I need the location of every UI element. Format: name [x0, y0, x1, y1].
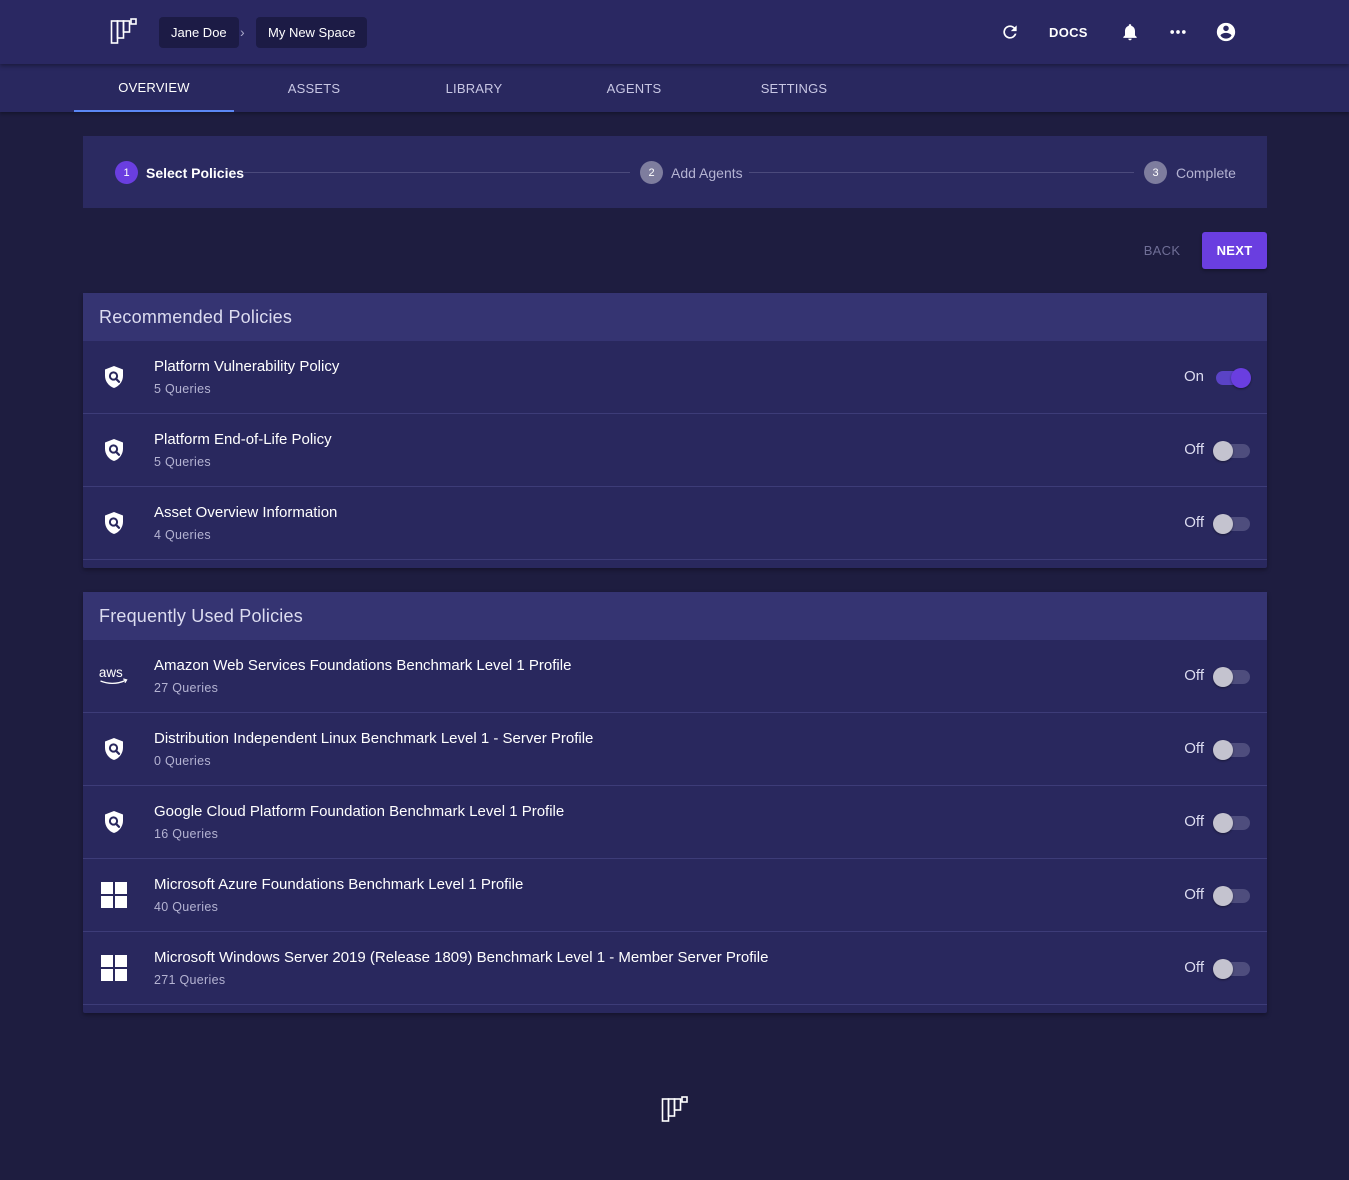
step-label-select-policies: Select Policies	[146, 165, 245, 181]
aws-logo-icon: aws	[98, 661, 130, 691]
shield-search-icon	[98, 807, 130, 837]
step-connector	[749, 172, 1134, 173]
back-button[interactable]: BACK	[1132, 232, 1192, 268]
policy-title: Distribution Independent Linux Benchmark…	[154, 730, 594, 747]
policy-title: Amazon Web Services Foundations Benchmar…	[154, 657, 572, 674]
policy-title: Google Cloud Platform Foundation Benchma…	[154, 803, 565, 820]
policy-row[interactable]: Google Cloud Platform Foundation Benchma…	[83, 786, 1267, 859]
policy-query-count: 0 Queries	[154, 754, 211, 768]
refresh-icon[interactable]	[998, 20, 1022, 44]
policy-toggle[interactable]	[1213, 885, 1251, 907]
toggle-state-label: Off	[1184, 886, 1204, 903]
tab-bar: OVERVIEW ASSETS LIBRARY AGENTS SETTINGS	[0, 64, 1349, 112]
toggle-state-label: Off	[1184, 667, 1204, 684]
toggle-state-label: Off	[1184, 514, 1204, 531]
footer-logo-icon	[661, 1096, 688, 1122]
more-horizontal-icon[interactable]	[1166, 20, 1190, 44]
policy-toggle[interactable]	[1213, 958, 1251, 980]
policy-row[interactable]: aws Amazon Web Services Foundations Benc…	[83, 640, 1267, 713]
policy-title: Platform Vulnerability Policy	[154, 358, 340, 375]
policy-row[interactable]: Platform Vulnerability Policy 5 Queries …	[83, 341, 1267, 414]
policy-toggle[interactable]	[1213, 666, 1251, 688]
policy-row[interactable]: Asset Overview Information 4 Queries Off	[83, 487, 1267, 560]
breadcrumb-space[interactable]: My New Space	[256, 17, 368, 48]
toggle-state-label: Off	[1184, 813, 1204, 830]
policy-row[interactable]: Microsoft Azure Foundations Benchmark Le…	[83, 859, 1267, 932]
policy-query-count: 16 Queries	[154, 827, 219, 841]
windows-logo-icon	[98, 880, 130, 910]
svg-text:aws: aws	[99, 665, 123, 680]
top-app-bar: Jane Doe › My New Space DOCS	[0, 0, 1349, 64]
recommended-policies-card: Recommended Policies Platform Vulnerabil…	[83, 293, 1267, 568]
policy-row[interactable]: Distribution Independent Linux Benchmark…	[83, 713, 1267, 786]
shield-search-icon	[98, 435, 130, 465]
tab-overview[interactable]: OVERVIEW	[74, 64, 234, 112]
section-title: Recommended Policies	[83, 293, 1267, 341]
toggle-state-label: On	[1183, 368, 1204, 385]
step-number: 3	[1144, 161, 1167, 184]
policy-query-count: 40 Queries	[154, 900, 219, 914]
policy-toggle[interactable]	[1213, 367, 1251, 389]
frequently-used-policies-card: Frequently Used Policies aws Amazon Web …	[83, 592, 1267, 1013]
windows-logo-icon	[98, 953, 130, 983]
policy-title: Microsoft Azure Foundations Benchmark Le…	[154, 876, 524, 893]
policy-row[interactable]: Platform End-of-Life Policy 5 Queries Of…	[83, 414, 1267, 487]
tab-assets[interactable]: ASSETS	[234, 64, 394, 112]
shield-search-icon	[98, 362, 130, 392]
step-label-complete: Complete	[1176, 165, 1236, 181]
step-connector	[244, 172, 630, 173]
tab-library[interactable]: LIBRARY	[394, 64, 554, 112]
section-title: Frequently Used Policies	[83, 592, 1267, 640]
next-button[interactable]: NEXT	[1202, 232, 1267, 269]
toggle-state-label: Off	[1184, 740, 1204, 757]
tab-agents[interactable]: AGENTS	[554, 64, 714, 112]
policy-query-count: 27 Queries	[154, 681, 219, 695]
policy-query-count: 5 Queries	[154, 382, 211, 396]
step-label-add-agents: Add Agents	[671, 165, 743, 181]
account-circle-icon[interactable]	[1214, 20, 1238, 44]
breadcrumb-separator: ›	[240, 24, 245, 40]
shield-search-icon	[98, 734, 130, 764]
mondoo-logo-icon[interactable]	[110, 18, 138, 46]
bell-icon[interactable]	[1118, 20, 1142, 44]
policy-row[interactable]: Microsoft Windows Server 2019 (Release 1…	[83, 932, 1267, 1005]
policy-title: Microsoft Windows Server 2019 (Release 1…	[154, 949, 769, 966]
policy-stepper: 1 Select Policies 2 Add Agents 3 Complet…	[83, 136, 1267, 208]
policy-toggle[interactable]	[1213, 739, 1251, 761]
policy-toggle[interactable]	[1213, 440, 1251, 462]
policy-toggle[interactable]	[1213, 513, 1251, 535]
policy-query-count: 4 Queries	[154, 528, 211, 542]
breadcrumb-user[interactable]: Jane Doe	[159, 17, 239, 48]
docs-link[interactable]: DOCS	[1049, 25, 1088, 40]
policy-title: Asset Overview Information	[154, 504, 338, 521]
policy-query-count: 5 Queries	[154, 455, 211, 469]
shield-search-icon	[98, 508, 130, 538]
tab-settings[interactable]: SETTINGS	[714, 64, 874, 112]
step-number: 1	[115, 161, 138, 184]
toggle-state-label: Off	[1184, 959, 1204, 976]
policy-title: Platform End-of-Life Policy	[154, 431, 332, 448]
step-number: 2	[640, 161, 663, 184]
policy-toggle[interactable]	[1213, 812, 1251, 834]
toggle-state-label: Off	[1184, 441, 1204, 458]
policy-query-count: 271 Queries	[154, 973, 226, 987]
